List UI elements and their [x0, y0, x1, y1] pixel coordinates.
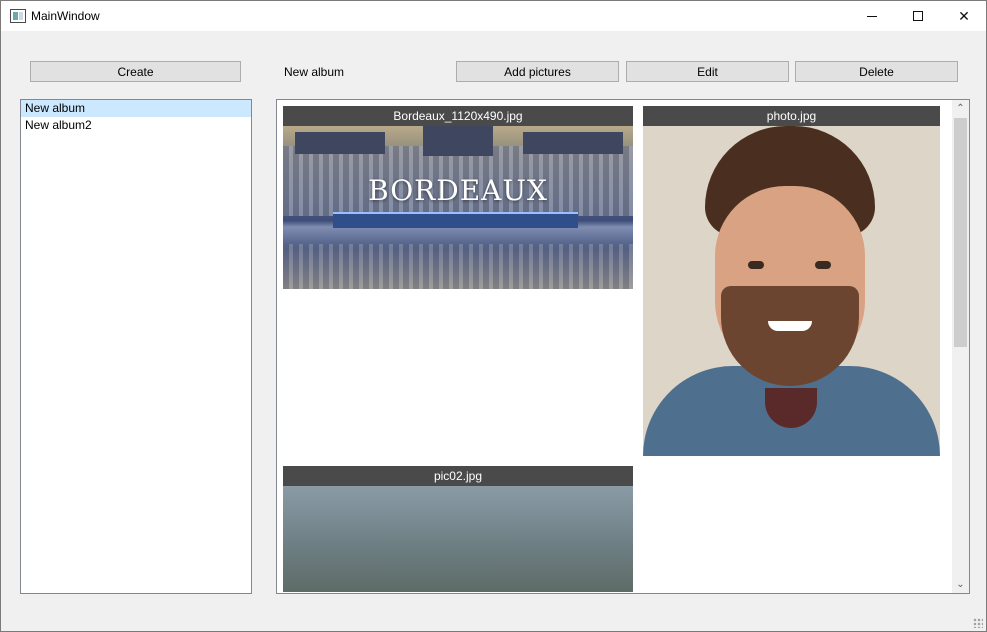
- picture-gallery[interactable]: Bordeaux_1120x490.jpg BORDEAUX photo.jpg: [276, 99, 970, 594]
- window-title: MainWindow: [31, 9, 100, 23]
- picture-thumbnail-pic02: [283, 486, 633, 592]
- app-window-icon: [10, 9, 26, 23]
- picture-title: Bordeaux_1120x490.jpg: [283, 106, 633, 126]
- picture-card[interactable]: photo.jpg: [643, 106, 940, 456]
- album-item-new-album2[interactable]: New album2: [21, 117, 251, 134]
- close-button[interactable]: ✕: [941, 1, 987, 31]
- scroll-down-icon[interactable]: ⌄: [952, 576, 969, 593]
- picture-card[interactable]: pic02.jpg: [283, 466, 633, 592]
- album-item-new-album[interactable]: New album: [21, 100, 251, 117]
- picture-card[interactable]: Bordeaux_1120x490.jpg BORDEAUX: [283, 106, 633, 289]
- picture-thumbnail-portrait: [643, 126, 940, 456]
- add-pictures-button[interactable]: Add pictures: [456, 61, 619, 82]
- minimize-icon: [867, 15, 877, 17]
- close-icon: ✕: [958, 7, 970, 24]
- maximize-icon: [913, 11, 923, 21]
- maximize-button[interactable]: [895, 1, 941, 31]
- picture-thumbnail-bordeaux: BORDEAUX: [283, 126, 633, 289]
- minimize-button[interactable]: [849, 1, 895, 31]
- scroll-up-icon[interactable]: ⌃: [952, 100, 969, 117]
- edit-button[interactable]: Edit: [626, 61, 789, 82]
- picture-title: pic02.jpg: [283, 466, 633, 486]
- album-list[interactable]: New album New album2: [20, 99, 252, 594]
- current-album-label: New album: [284, 65, 345, 79]
- scroll-thumb[interactable]: [954, 118, 967, 347]
- main-window: MainWindow ✕ Create New album Add pictur…: [0, 0, 987, 632]
- vertical-scrollbar[interactable]: ⌃ ⌄: [952, 100, 969, 593]
- create-button[interactable]: Create: [30, 61, 241, 82]
- picture-image-text: BORDEAUX: [368, 174, 548, 207]
- title-bar[interactable]: MainWindow ✕: [1, 1, 986, 31]
- resize-grip-icon[interactable]: [973, 618, 983, 628]
- delete-button[interactable]: Delete: [795, 61, 958, 82]
- picture-title: photo.jpg: [643, 106, 940, 126]
